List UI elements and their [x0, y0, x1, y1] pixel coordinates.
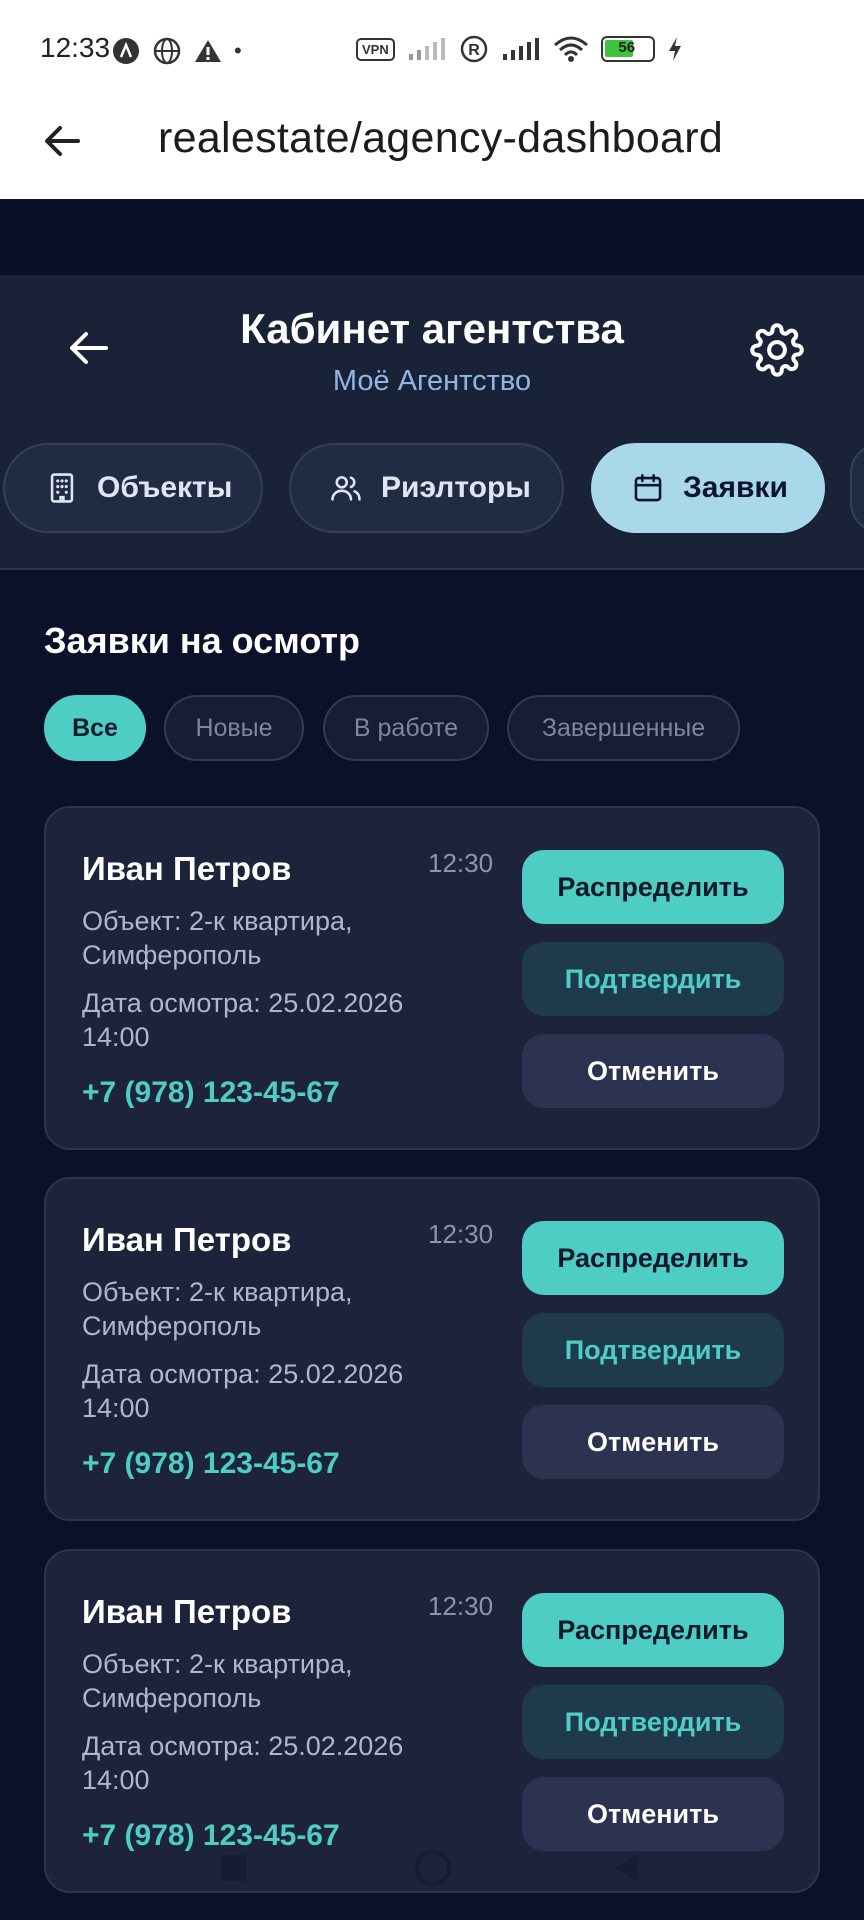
section-tabs: Объекты Риэлторы Заявки	[0, 443, 864, 535]
browser-app-bar: realestate/agency-dashboard	[0, 100, 864, 199]
globe-icon	[153, 37, 181, 65]
viewing-date: Дата осмотра: 25.02.2026 14:00	[82, 988, 404, 1052]
request-time: 12:30	[428, 1591, 494, 1621]
cancel-button[interactable]: Отменить	[522, 1405, 784, 1479]
status-time: 12:33	[40, 32, 111, 63]
gear-icon[interactable]	[750, 323, 804, 377]
distribute-button[interactable]: Распределить	[522, 1593, 784, 1667]
cancel-button[interactable]: Отменить	[522, 1034, 784, 1108]
tab-realtors[interactable]: Риэлторы	[289, 443, 564, 533]
distribute-button[interactable]: Распределить	[522, 850, 784, 924]
signal-strong-icon	[502, 38, 539, 60]
top-spacer	[0, 199, 864, 275]
confirm-button[interactable]: Подтвердить	[522, 1685, 784, 1759]
cancel-button[interactable]: Отменить	[522, 1777, 784, 1851]
tab-objects[interactable]: Объекты	[3, 443, 263, 533]
page-url-title: realestate/agency-dashboard	[158, 114, 724, 162]
users-icon	[331, 476, 361, 501]
agency-name: Моё Агентство	[332, 365, 532, 397]
tab-requests[interactable]: Заявки	[591, 443, 825, 533]
system-status-bar: 12:33 • VPN R 56	[0, 0, 864, 100]
tab-more-partial[interactable]	[850, 443, 864, 533]
distribute-button[interactable]: Распределить	[522, 1221, 784, 1295]
request-card: Иван Петров 12:30 Объект: 2-к квартира, …	[44, 1549, 820, 1893]
charging-icon	[668, 37, 681, 61]
viewing-date: Дата осмотра: 25.02.2026 14:00	[82, 1731, 404, 1795]
filter-completed[interactable]: Завершенные	[507, 695, 740, 761]
home-nav-button[interactable]	[415, 1850, 451, 1886]
wifi-icon	[553, 36, 588, 62]
tab-realtors-label: Риэлторы	[381, 471, 531, 504]
request-time: 12:30	[428, 848, 494, 878]
tab-requests-label: Заявки	[683, 471, 788, 504]
recents-nav-button[interactable]	[221, 1855, 247, 1881]
battery-level: 56	[618, 39, 636, 56]
filter-all[interactable]: Все	[44, 695, 146, 761]
warning-icon	[195, 40, 221, 62]
client-name: Иван Петров	[82, 1593, 292, 1630]
client-phone-link[interactable]: +7 (978) 123-45-67	[82, 1819, 340, 1853]
battery-icon: 56	[600, 36, 655, 62]
signal-weak-icon	[408, 38, 445, 60]
client-name: Иван Петров	[82, 850, 292, 887]
client-phone-link[interactable]: +7 (978) 123-45-67	[82, 1076, 340, 1110]
registered-icon: R	[460, 35, 487, 63]
object-info: Объект: 2-к квартира, Симферополь	[82, 1277, 353, 1341]
back-nav-icon[interactable]	[612, 1853, 640, 1883]
tab-objects-label: Объекты	[97, 471, 233, 504]
page-title: Кабинет агентства	[240, 305, 624, 352]
client-name: Иван Петров	[82, 1221, 292, 1258]
request-card: Иван Петров 12:30 Объект: 2-к квартира, …	[44, 1177, 820, 1521]
request-time: 12:30	[428, 1219, 494, 1249]
filter-new[interactable]: Новые	[164, 695, 304, 761]
app-a-icon	[113, 38, 139, 64]
svg-text:R: R	[468, 42, 480, 59]
object-info: Объект: 2-к квартира, Симферополь	[82, 1649, 353, 1713]
browser-back-arrow-icon[interactable]	[38, 116, 88, 166]
client-phone-link[interactable]: +7 (978) 123-45-67	[82, 1447, 340, 1481]
request-card: Иван Петров 12:30 Объект: 2-к квартира, …	[44, 806, 820, 1150]
building-icon	[50, 473, 74, 503]
filter-in-progress[interactable]: В работе	[323, 695, 489, 761]
confirm-button[interactable]: Подтвердить	[522, 942, 784, 1016]
notification-dot: •	[234, 38, 242, 63]
vpn-indicator: VPN	[356, 37, 395, 61]
calendar-icon	[634, 473, 662, 502]
section-title: Заявки на осмотр	[44, 620, 361, 661]
dashboard-header: Кабинет агентства Моё Агентство Объекты …	[0, 275, 864, 570]
viewing-date: Дата осмотра: 25.02.2026 14:00	[82, 1359, 404, 1423]
object-info: Объект: 2-к квартира, Симферополь	[82, 906, 353, 970]
confirm-button[interactable]: Подтвердить	[522, 1313, 784, 1387]
